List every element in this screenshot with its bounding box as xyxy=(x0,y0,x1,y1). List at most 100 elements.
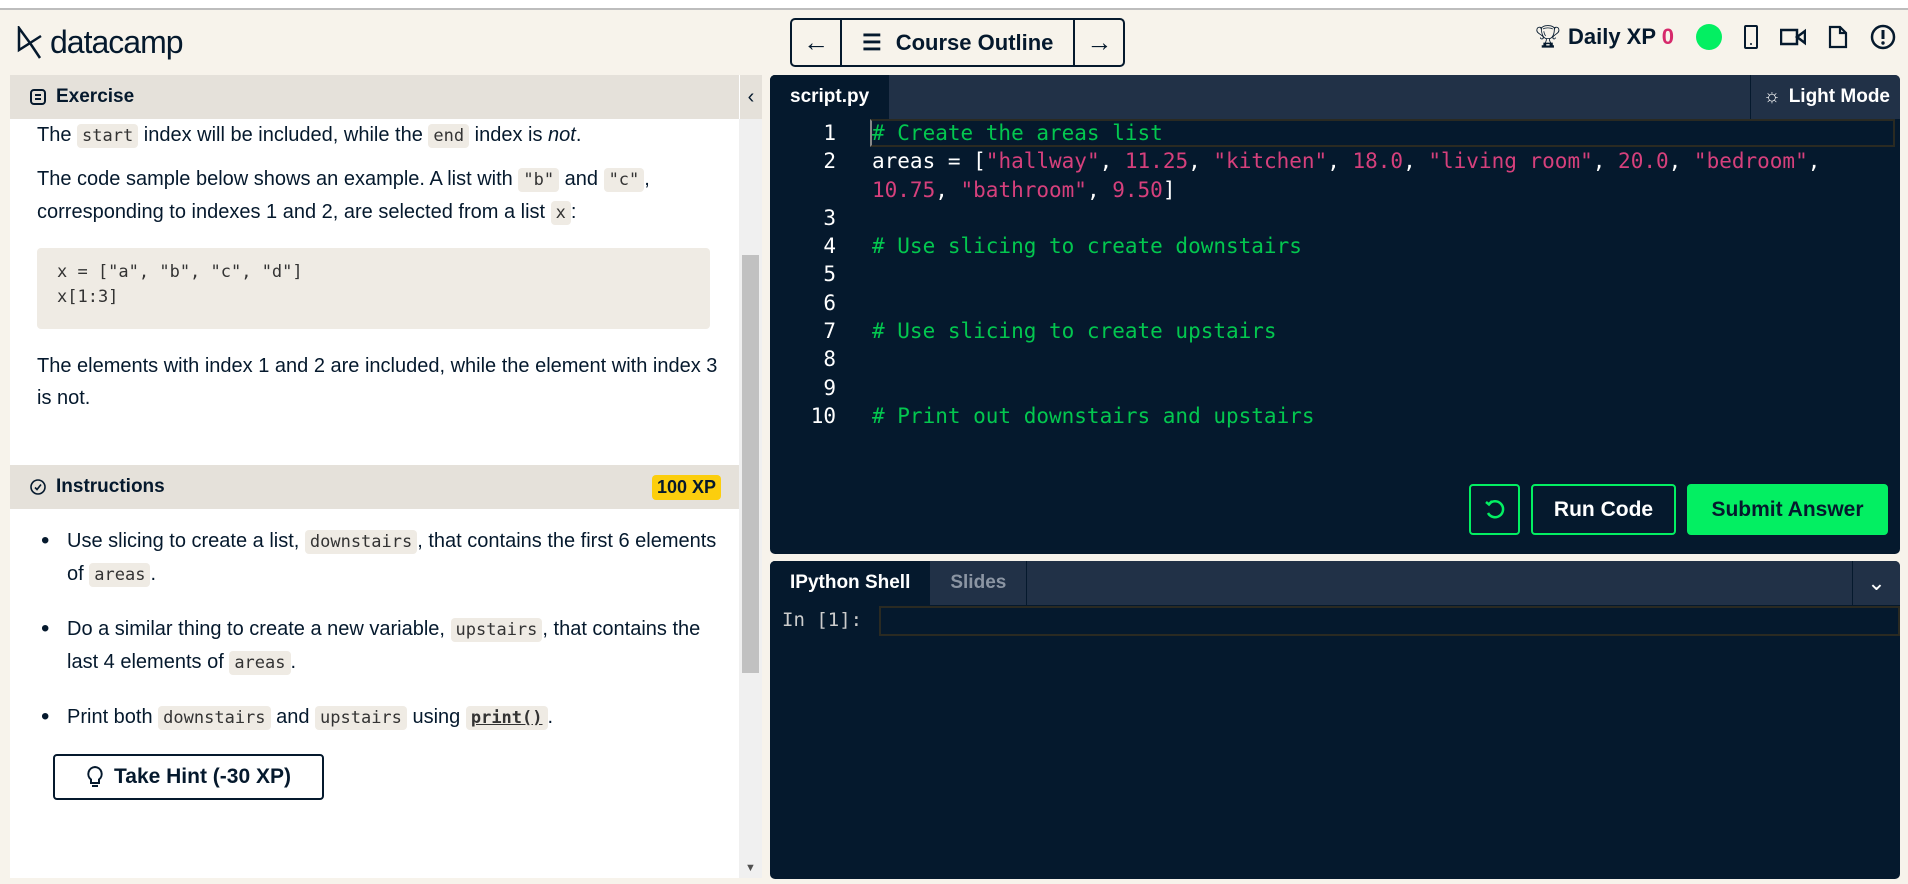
text: index will be included, while the xyxy=(138,124,429,146)
inline-code: downstairs xyxy=(304,530,418,554)
collapse-panel-button[interactable]: ‹ xyxy=(739,75,762,119)
inline-code: areas xyxy=(89,563,151,587)
inline-code: end xyxy=(428,124,470,148)
exercise-icon xyxy=(30,89,46,105)
tab-slides[interactable]: Slides xyxy=(930,561,1028,605)
text: The xyxy=(37,124,78,146)
submit-answer-button[interactable]: Submit Answer xyxy=(1687,484,1888,535)
prev-exercise-button[interactable]: ← xyxy=(792,20,840,65)
code-token: , xyxy=(1188,149,1214,173)
code-token: 9.50 xyxy=(1112,178,1163,202)
text: Use slicing to create a list, xyxy=(67,530,305,552)
text: . xyxy=(150,563,156,585)
line-number: 1 xyxy=(823,121,836,145)
code-line-comment: # Use slicing to create downstairs xyxy=(872,234,1302,258)
exercise-panel: Exercise The start index will be include… xyxy=(10,75,762,878)
instructions-list: Use slicing to create a list, downstairs… xyxy=(37,525,727,756)
line-number: 2 xyxy=(823,149,836,173)
code-token: , xyxy=(1403,149,1429,173)
exercise-title: Exercise xyxy=(56,86,135,107)
text: and xyxy=(559,168,604,190)
code-token: , xyxy=(1807,149,1821,173)
lightbulb-icon xyxy=(87,765,103,787)
code-line-areas-wrap: 10.75, "bathroom", 9.50] xyxy=(872,176,1175,204)
instruction-item: Do a similar thing to create a new varia… xyxy=(37,613,727,679)
top-header: datacamp ← ☰ Course Outline → 🏆︎ Daily XP… xyxy=(0,10,1908,75)
code-token: , xyxy=(1099,149,1125,173)
exercise-paragraph-example: The code sample below shows an example. … xyxy=(37,163,727,229)
text: Print both xyxy=(67,706,159,728)
exercise-section-header[interactable]: Exercise xyxy=(10,75,739,119)
trophy-icon: 🏆︎ xyxy=(1533,24,1562,49)
sun-icon: ☼ xyxy=(1763,86,1781,107)
next-exercise-button[interactable]: → xyxy=(1075,20,1123,65)
inline-code: "c" xyxy=(603,168,645,192)
line-number: 3 xyxy=(823,206,836,230)
mobile-icon[interactable] xyxy=(1744,25,1758,49)
inline-code: upstairs xyxy=(450,618,543,642)
code-line-areas: areas = ["hallway", 11.25, "kitchen", 18… xyxy=(872,147,1820,175)
datacamp-logo[interactable]: datacamp xyxy=(16,24,184,61)
line-number: 4 xyxy=(823,234,836,258)
line-number: 8 xyxy=(823,347,836,371)
text: : xyxy=(570,201,577,223)
line-number: 5 xyxy=(823,262,836,286)
scrollbar-thumb[interactable] xyxy=(742,255,759,673)
emphasis-text: not xyxy=(548,124,576,146)
chevron-down-icon[interactable]: ⌄ xyxy=(1852,561,1900,605)
code-token: , xyxy=(935,178,961,202)
print-function-link[interactable]: print() xyxy=(465,706,548,730)
inline-code: areas xyxy=(229,651,291,675)
daily-xp-label: Daily XP xyxy=(1567,24,1656,49)
daily-xp[interactable]: 🏆︎ Daily XP 0 xyxy=(1534,24,1674,50)
text: Do a similar thing to create a new varia… xyxy=(67,618,451,640)
video-icon[interactable] xyxy=(1780,27,1806,47)
course-outline-button[interactable]: ☰ Course Outline xyxy=(840,20,1076,65)
code-token: , xyxy=(1327,149,1353,173)
daily-xp-value: 0 xyxy=(1661,24,1674,49)
check-circle-icon xyxy=(30,479,46,495)
logo-text: datacamp xyxy=(50,24,184,60)
code-token: , xyxy=(1668,149,1694,173)
instruction-item: Use slicing to create a list, downstairs… xyxy=(37,525,727,591)
code-token: ] xyxy=(1162,178,1176,202)
shell-panel: IPython Shell Slides ⌄ In [1]: xyxy=(770,561,1900,879)
code-line-comment: # Use slicing to create upstairs xyxy=(872,319,1277,343)
datacamp-logo-icon xyxy=(17,25,42,59)
scroll-down-arrow-icon[interactable]: ▼ xyxy=(745,862,756,874)
inline-code: downstairs xyxy=(158,706,271,730)
code-sample-block: x = ["a", "b", "c", "d"] x[1:3] xyxy=(37,248,710,329)
code-token: 18.0 xyxy=(1352,149,1404,173)
reset-code-button[interactable] xyxy=(1469,484,1520,535)
inline-code: upstairs xyxy=(315,706,407,730)
slides-document-icon[interactable] xyxy=(1828,25,1848,49)
editor-actions: Run Code Submit Answer xyxy=(1469,484,1888,535)
tab-script-py[interactable]: script.py xyxy=(770,75,890,119)
report-issue-icon[interactable] xyxy=(1870,24,1896,50)
text: and xyxy=(270,706,316,728)
code-token: , xyxy=(1592,149,1619,173)
code-token: areas = [ xyxy=(872,149,986,173)
inline-code: start xyxy=(77,124,139,148)
text: using xyxy=(406,706,466,728)
instructions-title: Instructions xyxy=(56,476,165,497)
light-mode-toggle[interactable]: ☼ Light Mode xyxy=(1750,75,1900,119)
tab-ipython-shell[interactable]: IPython Shell xyxy=(770,561,931,605)
instruction-item: Print both downstairs and upstairs using… xyxy=(37,701,727,734)
code-token: "bathroom" xyxy=(960,178,1087,202)
exercise-paragraph-explanation: The elements with index 1 and 2 are incl… xyxy=(37,355,718,409)
take-hint-label: Take Hint (-30 XP) xyxy=(114,765,291,788)
take-hint-button[interactable]: Take Hint (-30 XP) xyxy=(53,754,324,800)
code-token: "hallway" xyxy=(985,149,1100,173)
shell-input[interactable] xyxy=(879,606,1900,636)
run-code-button[interactable]: Run Code xyxy=(1531,484,1676,535)
line-number: 6 xyxy=(823,291,836,315)
code-token: "living room" xyxy=(1428,149,1593,173)
code-line-comment: # Create the areas list xyxy=(872,121,1163,145)
code-token: 20.0 xyxy=(1618,149,1669,173)
editor-tab-bar: script.py ☼ Light Mode xyxy=(770,75,1900,119)
browser-top-strip xyxy=(0,0,1908,10)
inline-code: x xyxy=(550,201,571,225)
exercise-scrollbar[interactable]: ▼ xyxy=(739,119,762,878)
course-nav: ← ☰ Course Outline → xyxy=(790,18,1126,67)
